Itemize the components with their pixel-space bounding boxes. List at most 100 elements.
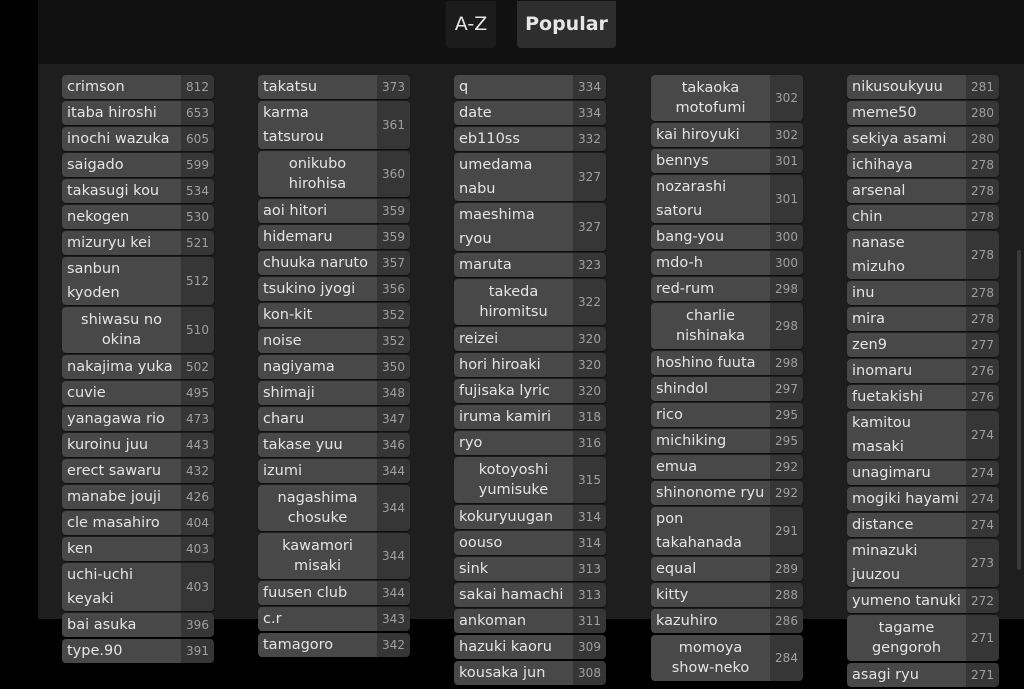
tag-item[interactable]: shindol 297 bbox=[651, 377, 803, 401]
tag-item[interactable]: kokuryuugan 314 bbox=[454, 505, 606, 529]
tag-item[interactable]: inu 278 bbox=[847, 281, 999, 305]
tag-item[interactable]: yumeno tanuki 272 bbox=[847, 589, 999, 613]
tag-item[interactable]: asagi ryu 271 bbox=[847, 663, 999, 687]
tag-item[interactable]: onikubo hirohisa 360 bbox=[258, 151, 410, 197]
tag-item[interactable]: maruta 323 bbox=[454, 253, 606, 277]
tag-item[interactable]: nekogen 530 bbox=[62, 205, 214, 229]
tag-item[interactable]: reizei 320 bbox=[454, 327, 606, 351]
scrollbar[interactable] bbox=[1017, 250, 1021, 570]
tag-item[interactable]: unagimaru 274 bbox=[847, 461, 999, 485]
tag-item[interactable]: fujisaka lyric 320 bbox=[454, 379, 606, 403]
tag-item[interactable]: charlie nishinaka 298 bbox=[651, 303, 803, 349]
tag-item[interactable]: kitty 288 bbox=[651, 583, 803, 607]
tag-item[interactable]: tagame gengoroh 271 bbox=[847, 615, 999, 661]
tag-item[interactable]: momoya show-neko 284 bbox=[651, 635, 803, 681]
tag-item[interactable]: hidemaru 359 bbox=[258, 225, 410, 249]
tag-item[interactable]: aoi hitori 359 bbox=[258, 199, 410, 223]
tag-item[interactable]: cuvie 495 bbox=[62, 381, 214, 405]
tag-item[interactable]: equal 289 bbox=[651, 557, 803, 581]
tag-item[interactable]: takaoka motofumi 302 bbox=[651, 75, 803, 121]
tag-item[interactable]: shinonome ryu 292 bbox=[651, 481, 803, 505]
tag-item[interactable]: inomaru 276 bbox=[847, 359, 999, 383]
tag-item[interactable]: hori hiroaki 320 bbox=[454, 353, 606, 377]
tag-item[interactable]: chuuka naruto 357 bbox=[258, 251, 410, 275]
tag-item[interactable]: cle masahiro 404 bbox=[62, 511, 214, 535]
tag-item[interactable]: izumi 344 bbox=[258, 459, 410, 483]
tag-item[interactable]: pon takahanada 291 bbox=[651, 507, 803, 555]
tag-item[interactable]: kamitou masaki 274 bbox=[847, 411, 999, 459]
tag-item[interactable]: sakai hamachi 313 bbox=[454, 583, 606, 607]
tag-item[interactable]: michiking 295 bbox=[651, 429, 803, 453]
tag-item[interactable]: kousaka jun 308 bbox=[454, 661, 606, 685]
tag-item[interactable]: ryo 316 bbox=[454, 431, 606, 455]
tag-item[interactable]: inochi wazuka 605 bbox=[62, 127, 214, 151]
tag-item[interactable]: itaba hiroshi 653 bbox=[62, 101, 214, 125]
tag-item[interactable]: tsukino jyogi 356 bbox=[258, 277, 410, 301]
tag-item[interactable]: noise 352 bbox=[258, 329, 410, 353]
tag-item[interactable]: takasugi kou 534 bbox=[62, 179, 214, 203]
tag-item[interactable]: hazuki kaoru 309 bbox=[454, 635, 606, 659]
tag-item[interactable]: nakajima yuka 502 bbox=[62, 355, 214, 379]
tag-item[interactable]: bennys 301 bbox=[651, 149, 803, 173]
tag-item[interactable]: date 334 bbox=[454, 101, 606, 125]
tag-item[interactable]: nagiyama 350 bbox=[258, 355, 410, 379]
tag-item[interactable]: emua 292 bbox=[651, 455, 803, 479]
tag-item[interactable]: kai hiroyuki 302 bbox=[651, 123, 803, 147]
tab-popular[interactable]: Popular bbox=[517, 1, 616, 48]
tag-item[interactable]: takatsu 373 bbox=[258, 75, 410, 99]
tag-item[interactable]: saigado 599 bbox=[62, 153, 214, 177]
tag-item[interactable]: sekiya asami 280 bbox=[847, 127, 999, 151]
tag-item[interactable]: red-rum 298 bbox=[651, 277, 803, 301]
tag-item[interactable]: eb110ss 332 bbox=[454, 127, 606, 151]
tag-item[interactable]: nanase mizuho 278 bbox=[847, 231, 999, 279]
tag-item[interactable]: takeda hiromitsu 322 bbox=[454, 279, 606, 325]
tag-item[interactable]: nikusoukyuu 281 bbox=[847, 75, 999, 99]
tag-item[interactable]: maeshima ryou 327 bbox=[454, 203, 606, 251]
tag-item[interactable]: erect sawaru 432 bbox=[62, 459, 214, 483]
tag-item[interactable]: distance 274 bbox=[847, 513, 999, 537]
tag-item[interactable]: chin 278 bbox=[847, 205, 999, 229]
tag-item[interactable]: kon-kit 352 bbox=[258, 303, 410, 327]
tag-item[interactable]: bang-you 300 bbox=[651, 225, 803, 249]
tag-item[interactable]: sanbun kyoden 512 bbox=[62, 257, 214, 305]
tag-item[interactable]: takase yuu 346 bbox=[258, 433, 410, 457]
tag-item[interactable]: ichihaya 278 bbox=[847, 153, 999, 177]
tag-item[interactable]: crimson 812 bbox=[62, 75, 214, 99]
tag-item[interactable]: kotoyoshi yumisuke 315 bbox=[454, 457, 606, 503]
tag-item[interactable]: kazuhiro 286 bbox=[651, 609, 803, 633]
tag-item[interactable]: mira 278 bbox=[847, 307, 999, 331]
tag-item[interactable]: c.r 343 bbox=[258, 607, 410, 631]
tag-item[interactable]: bai asuka 396 bbox=[62, 613, 214, 637]
tag-item[interactable]: charu 347 bbox=[258, 407, 410, 431]
tag-item[interactable]: iruma kamiri 318 bbox=[454, 405, 606, 429]
tag-item[interactable]: arsenal 278 bbox=[847, 179, 999, 203]
tag-item[interactable]: fuetakishi 276 bbox=[847, 385, 999, 409]
tab-a-z[interactable]: A-Z bbox=[446, 1, 496, 48]
tag-item[interactable]: minazuki juuzou 273 bbox=[847, 539, 999, 587]
tag-item[interactable]: ken 403 bbox=[62, 537, 214, 561]
tag-item[interactable]: ankoman 311 bbox=[454, 609, 606, 633]
tag-item[interactable]: type.90 391 bbox=[62, 639, 214, 663]
tag-item[interactable]: mdo-h 300 bbox=[651, 251, 803, 275]
tag-item[interactable]: sink 313 bbox=[454, 557, 606, 581]
tag-item[interactable]: mogiki hayami 274 bbox=[847, 487, 999, 511]
tag-item[interactable]: tamagoro 342 bbox=[258, 633, 410, 657]
tag-item[interactable]: kawamori misaki 344 bbox=[258, 533, 410, 579]
tag-item[interactable]: oouso 314 bbox=[454, 531, 606, 555]
tag-item[interactable]: nozarashi satoru 301 bbox=[651, 175, 803, 223]
tag-item[interactable]: kuroinu juu 443 bbox=[62, 433, 214, 457]
tag-item[interactable]: manabe jouji 426 bbox=[62, 485, 214, 509]
tag-item[interactable]: shimaji 348 bbox=[258, 381, 410, 405]
tag-item[interactable]: umedama nabu 327 bbox=[454, 153, 606, 201]
tag-item[interactable]: rico 295 bbox=[651, 403, 803, 427]
tag-item[interactable]: q 334 bbox=[454, 75, 606, 99]
tag-item[interactable]: hoshino fuuta 298 bbox=[651, 351, 803, 375]
tag-item[interactable]: mizuryu kei 521 bbox=[62, 231, 214, 255]
tag-item[interactable]: nagashima chosuke 344 bbox=[258, 485, 410, 531]
tag-item[interactable]: fuusen club 344 bbox=[258, 581, 410, 605]
tag-item[interactable]: karma tatsurou 361 bbox=[258, 101, 410, 149]
tag-item[interactable]: zen9 277 bbox=[847, 333, 999, 357]
tag-item[interactable]: shiwasu no okina 510 bbox=[62, 307, 214, 353]
tag-item[interactable]: meme50 280 bbox=[847, 101, 999, 125]
tag-item[interactable]: uchi-uchi keyaki 403 bbox=[62, 563, 214, 611]
